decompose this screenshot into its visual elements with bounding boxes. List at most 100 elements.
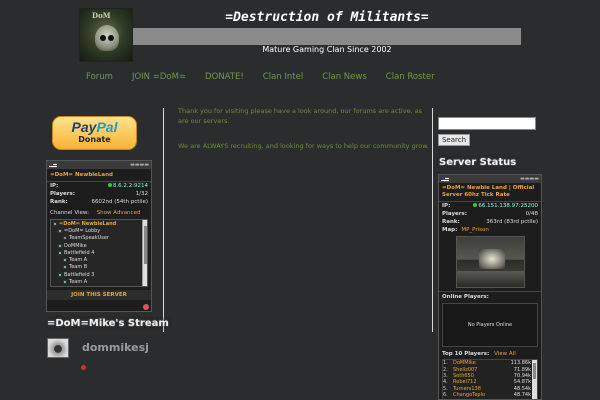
channel-icon <box>58 250 62 255</box>
paypal-logo: PayPal <box>71 119 118 135</box>
top-player-score: 48.74k <box>513 392 531 399</box>
channel-tree-item[interactable]: Team B <box>51 286 147 287</box>
online-players-label: Online Players: <box>439 291 541 302</box>
search-button[interactable]: Search <box>438 134 470 146</box>
top-player-row: 1. DoMMike 113.86k <box>443 360 531 366</box>
top-player-name[interactable]: Shellz007 <box>453 367 514 373</box>
welcome-text: Thank you for visiting please have a loo… <box>178 107 423 125</box>
channel-tree-item[interactable]: Battlefield 3 <box>51 271 147 278</box>
nav-donate[interactable]: DONATE! <box>205 72 244 82</box>
top-player-row: 2. Shellz007 71.89k <box>443 366 531 373</box>
ts-rank-value: 6602nd (54th pctile) <box>91 199 148 205</box>
top-player-row: 6. ChangoTeplo 48.74k <box>443 392 531 398</box>
top-player-rank: 6. <box>443 392 448 399</box>
channel-tree-item[interactable]: TeamSpeakUser <box>51 235 147 242</box>
top-player-name[interactable]: ChangoTeplo <box>453 392 514 398</box>
server-status-title: Server Status <box>439 157 517 168</box>
top-player-rank: 4. <box>443 379 448 386</box>
stream-username[interactable]: dommikesj <box>82 341 149 354</box>
top-player-row: 3. Seth650 70.94k <box>443 373 531 379</box>
stream-avatar[interactable] <box>47 338 69 358</box>
top-player-name[interactable]: Seth650 <box>453 373 514 379</box>
join-server-button[interactable]: JOIN THIS SERVER <box>47 290 151 300</box>
nav-clan-intel[interactable]: Clan Intel <box>263 72 303 82</box>
top-player-rank: 3. <box>443 372 448 379</box>
skull-icon <box>95 25 119 51</box>
top-player-row: 4. Rebel712 54.87k <box>443 379 531 385</box>
top-players-list: 1. DoMMike 113.86k 2. Shellz007 71.89k 3. Seth6… <box>442 359 538 399</box>
nav-clan-roster[interactable]: Clan Roster <box>386 72 435 82</box>
widget-brand: ▬▬▬▬ <box>520 176 539 182</box>
top-player-row: 5. Turners138 48.54k <box>443 386 531 392</box>
channel-tree-item[interactable]: Team A <box>51 278 147 285</box>
channel-tree-label: =DoM= NewbieLand <box>59 220 117 227</box>
map-preview-image <box>456 236 525 288</box>
site-tagline: Mature Gaming Clan Since 2002 <box>262 45 392 54</box>
channel-icon <box>58 272 62 277</box>
gs-ip-row: IP: 66.151.138.97:25200 <box>442 203 538 209</box>
channel-tree: =DoM= NewbieLand =DoM= Lobby TeamSpeakUser… <box>50 219 148 287</box>
site-header: DoM =Destruction of Militants= Mature Ga… <box>79 8 521 66</box>
top-player-rank: 2. <box>443 366 448 373</box>
top-player-rank: 5. <box>443 385 448 392</box>
channel-tree-label: Team B <box>69 286 87 287</box>
gs-rank-value: 363rd (83rd pctile) <box>486 219 538 225</box>
nav-clan-news[interactable]: Clan News <box>322 72 367 82</box>
nav-join[interactable]: JOIN =DoM= <box>132 72 186 82</box>
widget-brand: ▬▬▬▬ <box>130 162 149 168</box>
channel-tree-label: Battlefield 4 <box>64 249 95 256</box>
logo-text: DoM <box>92 11 111 20</box>
channel-icon <box>58 228 62 233</box>
teamspeak-widget: ▬▬▬▬ =DoM= NewbieLand IP: 8.6.2.2:9214 P… <box>46 160 152 312</box>
ts-server-name[interactable]: =DoM= NewbieLand <box>47 169 151 182</box>
ts-ip-value[interactable]: 8.6.2.2:9214 <box>113 183 148 189</box>
top-player-name[interactable]: Turners138 <box>453 386 514 392</box>
main-nav: Forum JOIN =DoM= DONATE! Clan Intel Clan… <box>86 72 454 82</box>
channel-tree-item[interactable]: Team A <box>51 256 147 263</box>
top-players-scrollbar[interactable] <box>532 360 537 399</box>
channel-tree-item[interactable]: Team B <box>51 264 147 271</box>
view-all-link[interactable]: View All <box>494 351 516 357</box>
nav-forum[interactable]: Forum <box>86 72 113 82</box>
title-bar <box>133 28 521 45</box>
channel-tree-label: Team A <box>69 257 88 264</box>
channel-tree-label: Team B <box>69 264 88 271</box>
top-player-score: 70.94k <box>513 372 531 379</box>
game-server-name[interactable]: =DoM= Newbie Land | Official Server 60hz… <box>439 183 541 202</box>
search-input[interactable] <box>438 117 536 130</box>
channel-tree-label: Battlefield 3 <box>64 271 95 278</box>
channel-tree-item[interactable]: Battlefield 4 <box>51 249 147 256</box>
channel-tree-label: TeamSpeakUser <box>69 235 109 242</box>
us-flag-icon <box>441 176 449 182</box>
site-title: =Destruction of Militants= <box>225 10 429 25</box>
clan-logo[interactable]: DoM <box>79 8 133 62</box>
us-flag-icon <box>49 162 57 168</box>
channel-icon <box>63 258 67 263</box>
widget-header: ▬▬▬▬ <box>47 161 151 169</box>
channel-tree-item[interactable]: =DoM= Lobby <box>51 227 147 234</box>
top-player-name[interactable]: Rebel712 <box>453 379 514 385</box>
live-status-icon <box>81 365 86 370</box>
top-player-name[interactable]: DoMMike <box>453 360 511 366</box>
top-player-score: 48.54k <box>513 385 531 392</box>
ts-rank-row: Rank: 6602nd (54th pctile) <box>50 199 148 205</box>
no-players-text: No Players Online <box>467 322 513 328</box>
online-players-list: No Players Online <box>442 303 538 347</box>
widget-header: ▬▬▬▬ <box>439 175 541 183</box>
ts-players-value: 1/32 <box>135 191 148 197</box>
gs-players-value: 0/48 <box>525 211 538 217</box>
show-advanced-link[interactable]: Show Advanced <box>97 210 141 216</box>
game-server-widget: ▬▬▬▬ =DoM= Newbie Land | Official Server… <box>438 174 542 400</box>
top-player-score: 71.89k <box>513 366 531 373</box>
channel-tree-item[interactable]: DoMMike <box>51 242 147 249</box>
widget-brand-icon[interactable] <box>143 304 149 310</box>
channel-tree-item[interactable]: =DoM= NewbieLand <box>51 220 147 227</box>
paypal-donate-button[interactable]: PayPal Donate <box>52 116 137 150</box>
channel-tree-scrollbar[interactable] <box>142 220 147 286</box>
channel-icon <box>63 280 67 285</box>
column-divider <box>432 108 433 332</box>
top-player-score: 113.86k <box>510 360 531 367</box>
gs-ip-value[interactable]: 66.151.138.97:25200 <box>478 203 538 209</box>
top-player-rank: 1. <box>443 360 448 367</box>
eye-icon <box>100 35 106 41</box>
